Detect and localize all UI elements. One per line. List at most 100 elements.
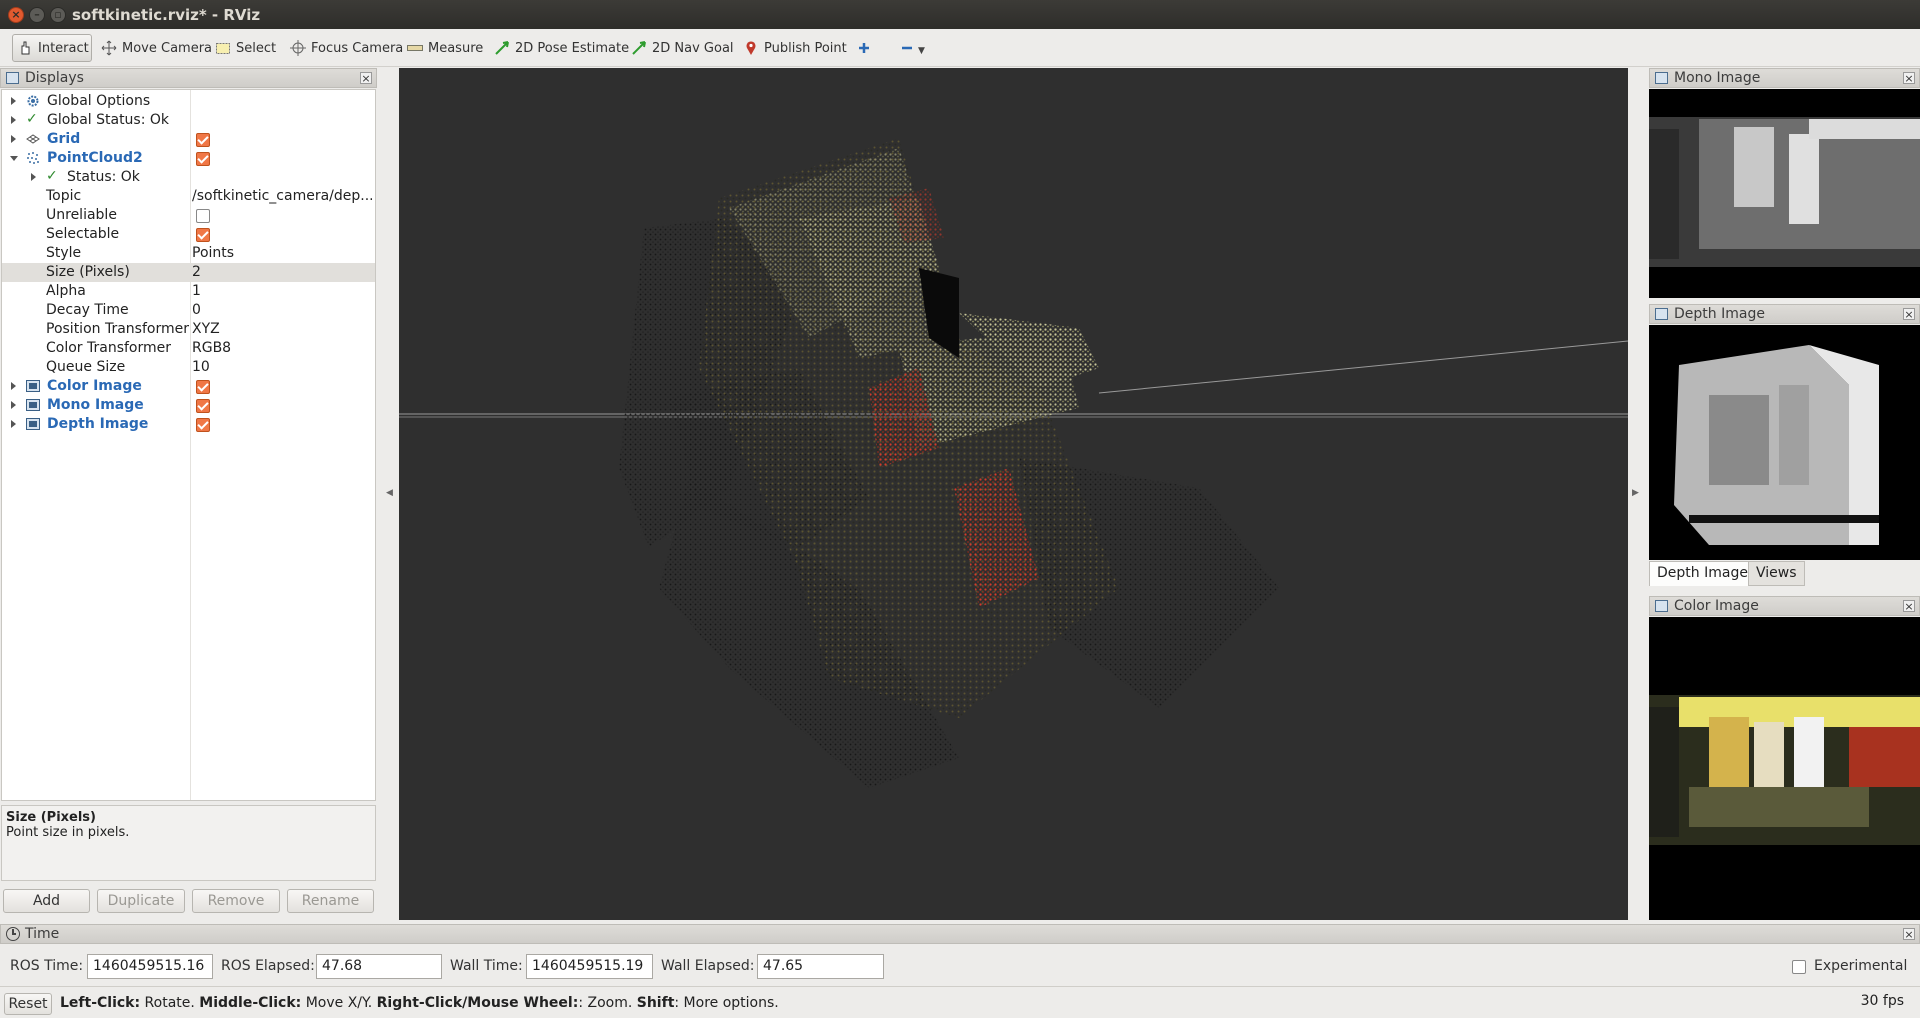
color-transformer-value[interactable]: RGB8 <box>192 340 372 356</box>
experimental-label: Experimental <box>1814 958 1908 974</box>
selectable-checkbox[interactable] <box>196 228 210 242</box>
tree-row-decay-time[interactable]: Decay Time 0 <box>2 301 375 320</box>
close-window-button[interactable]: × <box>8 7 24 23</box>
tree-row-mono-image[interactable]: Mono Image <box>2 396 375 415</box>
wall-elapsed-field[interactable]: 47.65 <box>757 954 884 979</box>
position-transformer-value[interactable]: XYZ <box>192 321 372 337</box>
tree-row-selectable[interactable]: Selectable <box>2 225 375 244</box>
expand-arrow-icon[interactable] <box>11 116 16 124</box>
interact-tool[interactable]: Interact <box>12 34 92 62</box>
tree-row-status[interactable]: ✓ Status: Ok <box>2 168 375 187</box>
collapse-arrow-icon[interactable] <box>10 156 18 161</box>
3d-render-viewport[interactable] <box>399 68 1628 920</box>
rename-display-button[interactable]: Rename <box>287 889 374 913</box>
close-icon[interactable]: × <box>1903 308 1915 320</box>
collapse-right-arrow-icon[interactable]: ▶ <box>1632 488 1639 498</box>
pose-estimate-label: 2D Pose Estimate <box>515 40 630 56</box>
expand-arrow-icon[interactable] <box>11 135 16 143</box>
tree-row-global-status[interactable]: ✓ Global Status: Ok <box>2 111 375 130</box>
duplicate-display-button[interactable]: Duplicate <box>97 889 185 913</box>
image-icon <box>1655 308 1668 320</box>
maximize-window-button[interactable]: ▫ <box>50 7 66 23</box>
tree-row-unreliable[interactable]: Unreliable <box>2 206 375 225</box>
close-icon[interactable]: × <box>1903 600 1915 612</box>
tree-row-color-image[interactable]: Color Image <box>2 377 375 396</box>
displays-panel-header: Displays × <box>0 68 377 88</box>
expand-arrow-icon[interactable] <box>31 173 36 181</box>
remove-tool-button[interactable]: ▼ <box>895 34 929 62</box>
depth-image-view <box>1649 325 1920 560</box>
tree-row-size-pixels[interactable]: Size (Pixels) 2 <box>2 263 375 282</box>
style-value[interactable]: Points <box>192 245 372 261</box>
hint-left-click: Left-Click: <box>60 995 141 1011</box>
depth-image-enabled-checkbox[interactable] <box>196 418 210 432</box>
tree-row-alpha[interactable]: Alpha 1 <box>2 282 375 301</box>
tree-row-depth-image[interactable]: Depth Image <box>2 415 375 434</box>
tree-row-style[interactable]: Style Points <box>2 244 375 263</box>
move-camera-tool[interactable]: Move Camera <box>97 34 216 62</box>
checkmark-icon: ✓ <box>46 168 58 184</box>
pointcloud-enabled-checkbox[interactable] <box>196 152 210 166</box>
depth-image-title: Depth Image <box>1674 306 1765 322</box>
image-icon <box>26 398 40 412</box>
ros-elapsed-field[interactable]: 47.68 <box>316 954 442 979</box>
expand-arrow-icon[interactable] <box>11 420 16 428</box>
time-title: Time <box>25 926 60 942</box>
topic-value[interactable]: /softkinetic_camera/dep... <box>192 188 372 204</box>
tree-row-queue-size[interactable]: Queue Size 10 <box>2 358 375 377</box>
experimental-checkbox[interactable] <box>1792 960 1806 974</box>
move-camera-label: Move Camera <box>122 40 213 56</box>
chevron-down-icon: ▼ <box>918 46 925 56</box>
measure-tool[interactable]: Measure <box>403 34 487 62</box>
wall-elapsed-label: Wall Elapsed: <box>661 958 755 974</box>
select-tool[interactable]: Select <box>211 34 280 62</box>
remove-display-button[interactable]: Remove <box>192 889 280 913</box>
property-label: Color Transformer <box>46 340 172 356</box>
tree-row-position-transformer[interactable]: Position Transformer XYZ <box>2 320 375 339</box>
gear-icon <box>26 94 40 108</box>
select-box-icon <box>215 40 231 56</box>
tree-row-color-transformer[interactable]: Color Transformer RGB8 <box>2 339 375 358</box>
add-tool-button[interactable] <box>852 34 881 62</box>
tree-row-global-options[interactable]: Global Options <box>2 92 375 111</box>
reset-button[interactable]: Reset <box>4 993 52 1015</box>
expand-arrow-icon[interactable] <box>11 401 16 409</box>
close-icon[interactable]: × <box>1903 72 1915 84</box>
minimize-window-button[interactable]: – <box>29 7 45 23</box>
tree-row-topic[interactable]: Topic /softkinetic_camera/dep... <box>2 187 375 206</box>
size-value[interactable]: 2 <box>192 264 372 280</box>
add-display-button[interactable]: Add <box>3 889 90 913</box>
collapse-left-arrow-icon[interactable]: ◀ <box>386 488 393 498</box>
alpha-value[interactable]: 1 <box>192 283 372 299</box>
close-icon[interactable]: × <box>1903 928 1915 940</box>
tree-row-pointcloud2[interactable]: PointCloud2 <box>2 149 375 168</box>
ros-time-field[interactable]: 1460459515.16 <box>87 954 213 979</box>
focus-camera-tool[interactable]: Focus Camera <box>286 34 407 62</box>
image-icon <box>26 417 40 431</box>
expand-arrow-icon[interactable] <box>11 97 16 105</box>
nav-goal-tool[interactable]: 2D Nav Goal <box>627 34 738 62</box>
tree-row-grid[interactable]: Grid <box>2 130 375 149</box>
close-icon[interactable]: × <box>360 72 372 84</box>
color-image-enabled-checkbox[interactable] <box>196 380 210 394</box>
time-panel-header: Time × <box>0 924 1920 944</box>
expand-arrow-icon[interactable] <box>11 382 16 390</box>
tab-views[interactable]: Views <box>1748 561 1805 586</box>
color-image-panel-header: Color Image × <box>1649 596 1920 616</box>
wall-time-field[interactable]: 1460459515.19 <box>526 954 653 979</box>
hint-shift: Shift <box>636 995 675 1011</box>
tab-depth-image[interactable]: Depth Image <box>1649 561 1756 586</box>
queue-size-value[interactable]: 10 <box>192 359 372 375</box>
nav-goal-label: 2D Nav Goal <box>652 40 734 56</box>
window-titlebar: × – ▫ softkinetic.rviz* - RViz <box>0 0 1920 29</box>
pose-estimate-tool[interactable]: 2D Pose Estimate <box>490 34 633 62</box>
publish-point-tool[interactable]: Publish Point <box>739 34 851 62</box>
grid-icon <box>26 132 40 146</box>
map-pin-icon <box>743 40 759 56</box>
unreliable-checkbox[interactable] <box>196 209 210 223</box>
mono-image-enabled-checkbox[interactable] <box>196 399 210 413</box>
status-bar: Reset Left-Click: Rotate. Middle-Click: … <box>0 986 1920 1018</box>
grid-enabled-checkbox[interactable] <box>196 133 210 147</box>
decay-value[interactable]: 0 <box>192 302 372 318</box>
tree-row-label: Global Status: Ok <box>47 112 170 128</box>
